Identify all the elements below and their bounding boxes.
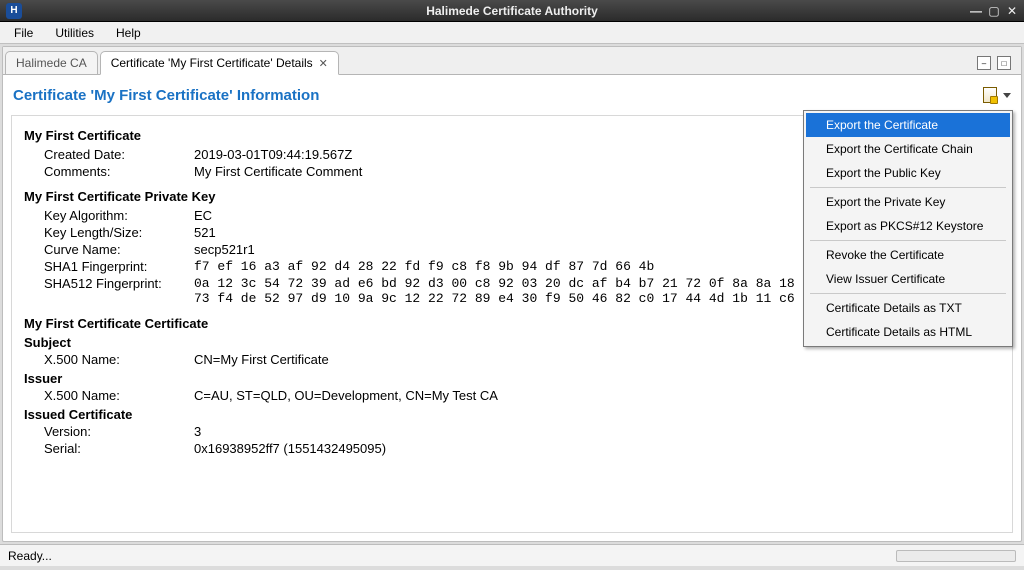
label-key-length: Key Length/Size:: [44, 225, 194, 240]
cm-separator: [810, 293, 1006, 294]
maximize-view-icon[interactable]: □: [997, 56, 1011, 70]
cm-export-public-key[interactable]: Export the Public Key: [806, 161, 1010, 185]
minimize-icon[interactable]: —: [970, 4, 982, 18]
cm-export-pkcs12[interactable]: Export as PKCS#12 Keystore: [806, 214, 1010, 238]
tab-label: Halimede CA: [16, 56, 87, 70]
close-window-icon[interactable]: ✕: [1006, 4, 1018, 18]
label-serial: Serial:: [44, 441, 194, 456]
label-curve-name: Curve Name:: [44, 242, 194, 257]
progress-bar: [896, 550, 1016, 562]
close-tab-icon[interactable]: ✕: [319, 57, 328, 70]
cm-separator: [810, 240, 1006, 241]
label-created-date: Created Date:: [44, 147, 194, 162]
label-sha512-fingerprint: SHA512 Fingerprint:: [44, 276, 194, 306]
actions-context-menu: Export the Certificate Export the Certif…: [803, 110, 1013, 347]
value-curve-name: secp521r1: [194, 242, 255, 257]
actions-dropdown-caret-icon[interactable]: [1003, 93, 1011, 98]
cm-separator: [810, 187, 1006, 188]
menu-help[interactable]: Help: [106, 24, 151, 42]
label-key-algorithm: Key Algorithm:: [44, 208, 194, 223]
maximize-icon[interactable]: ▢: [988, 4, 1000, 18]
tab-label: Certificate 'My First Certificate' Detai…: [111, 56, 313, 70]
cm-view-issuer[interactable]: View Issuer Certificate: [806, 267, 1010, 291]
document-icon: [983, 87, 997, 103]
value-key-algorithm: EC: [194, 208, 212, 223]
window-title: Halimede Certificate Authority: [0, 4, 1024, 18]
page-actions: Export the Certificate Export the Certif…: [979, 85, 1011, 105]
status-text: Ready...: [8, 549, 52, 563]
cm-details-html[interactable]: Certificate Details as HTML: [806, 320, 1010, 344]
value-key-length: 521: [194, 225, 216, 240]
value-subject-x500: CN=My First Certificate: [194, 352, 329, 367]
value-sha1-fingerprint: f7 ef 16 a3 af 92 d4 28 22 fd f9 c8 f8 9…: [194, 259, 654, 274]
export-action-button[interactable]: [979, 85, 1001, 105]
tab-halimede-ca[interactable]: Halimede CA: [5, 51, 98, 74]
label-subject-x500: X.500 Name:: [44, 352, 194, 367]
menu-file[interactable]: File: [4, 24, 43, 42]
subsection-issuer: Issuer: [24, 371, 1000, 386]
subsection-issued-cert: Issued Certificate: [24, 407, 1000, 422]
label-issuer-x500: X.500 Name:: [44, 388, 194, 403]
value-comments: My First Certificate Comment: [194, 164, 362, 179]
minimize-view-icon[interactable]: –: [977, 56, 991, 70]
cm-export-chain[interactable]: Export the Certificate Chain: [806, 137, 1010, 161]
cm-export-private-key[interactable]: Export the Private Key: [806, 190, 1010, 214]
cm-export-certificate[interactable]: Export the Certificate: [806, 113, 1010, 137]
app-icon: H: [6, 3, 22, 19]
label-sha1-fingerprint: SHA1 Fingerprint:: [44, 259, 194, 274]
status-bar: Ready...: [0, 544, 1024, 566]
menu-utilities[interactable]: Utilities: [45, 24, 104, 42]
page-title: Certificate 'My First Certificate' Infor…: [13, 87, 319, 104]
window-titlebar: H Halimede Certificate Authority — ▢ ✕: [0, 0, 1024, 22]
value-sha512-fingerprint: 0a 12 3c 54 72 39 ad e6 bd 92 d3 00 c8 9…: [194, 276, 818, 306]
menubar: File Utilities Help: [0, 22, 1024, 44]
label-comments: Comments:: [44, 164, 194, 179]
label-version: Version:: [44, 424, 194, 439]
cm-revoke-certificate[interactable]: Revoke the Certificate: [806, 243, 1010, 267]
tab-certificate-details[interactable]: Certificate 'My First Certificate' Detai…: [100, 51, 339, 75]
tab-bar: Halimede CA Certificate 'My First Certif…: [3, 47, 1021, 75]
cm-details-txt[interactable]: Certificate Details as TXT: [806, 296, 1010, 320]
value-serial: 0x16938952ff7 (1551432495095): [194, 441, 386, 456]
value-version: 3: [194, 424, 201, 439]
value-issuer-x500: C=AU, ST=QLD, OU=Development, CN=My Test…: [194, 388, 498, 403]
value-created-date: 2019-03-01T09:44:19.567Z: [194, 147, 352, 162]
